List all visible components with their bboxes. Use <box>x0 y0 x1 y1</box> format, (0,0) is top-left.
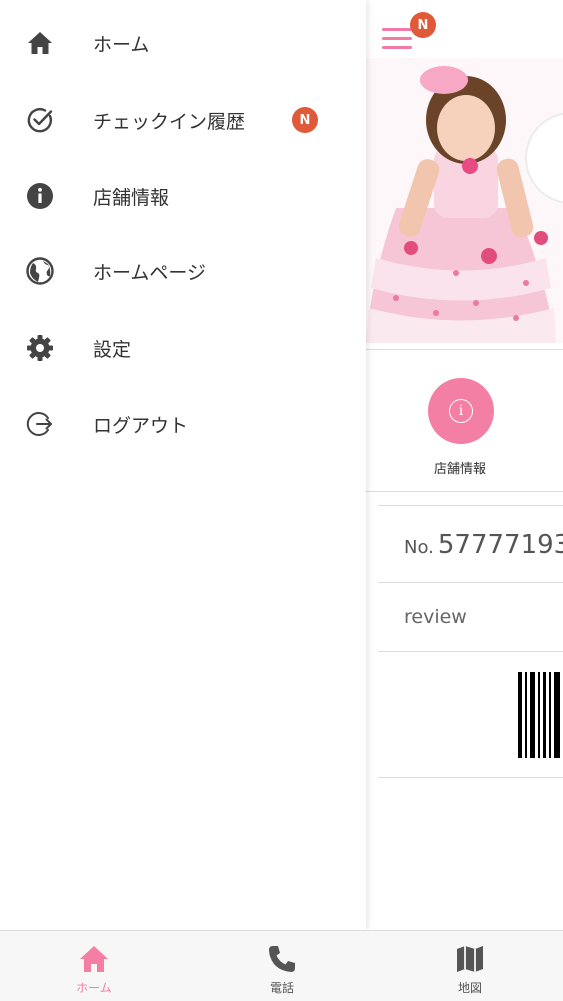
hamburger-menu-button[interactable] <box>382 28 412 52</box>
new-badge: N <box>292 107 318 133</box>
member-number: No. 57777193 <box>404 530 563 560</box>
menu-label-checkin-history: チェックイン履歴 <box>93 110 246 133</box>
store-info-button[interactable]: i <box>428 378 494 444</box>
tab-label-map: 地図 <box>457 981 482 995</box>
menu-item-homepage[interactable]: ホームページ <box>0 241 366 301</box>
tab-label-home: ホーム <box>76 981 112 995</box>
member-number-prefix: No. <box>404 537 434 558</box>
info-icon: i <box>449 399 473 423</box>
home-icon <box>26 29 54 57</box>
map-icon <box>454 943 486 975</box>
menu-label-store-info: 店舗情報 <box>93 186 170 209</box>
bottom-tab-bar: ホーム 電話 地図 <box>0 930 563 1001</box>
tab-map[interactable]: 地図 <box>376 931 563 1001</box>
main-content: N i 店舗情報 No. 57777193 review <box>366 0 563 930</box>
info-icon <box>26 182 54 210</box>
menu-item-home[interactable]: ホーム <box>0 13 366 73</box>
menu-item-logout[interactable]: ログアウト <box>0 394 366 454</box>
phone-icon <box>266 943 298 975</box>
menu-label-home: ホーム <box>93 33 150 56</box>
menu-item-checkin-history[interactable]: チェックイン履歴 N <box>0 90 366 150</box>
logout-icon <box>26 410 54 438</box>
home-icon <box>78 943 110 975</box>
tab-home[interactable]: ホーム <box>0 931 188 1001</box>
menu-label-logout: ログアウト <box>93 414 189 437</box>
side-drawer: ホーム チェックイン履歴 N 店舗情報 ホームページ 設定 ログアウト <box>0 0 366 930</box>
review-link[interactable]: review <box>404 606 467 628</box>
menu-item-store-info[interactable]: 店舗情報 <box>0 166 366 226</box>
menu-item-settings[interactable]: 設定 <box>0 318 366 378</box>
menu-label-settings: 設定 <box>93 338 132 361</box>
check-circle-icon <box>26 106 54 134</box>
menu-notification-badge: N <box>410 12 436 38</box>
globe-icon <box>26 257 54 285</box>
store-info-label: 店舗情報 <box>433 462 486 477</box>
member-barcode <box>518 672 563 758</box>
tab-phone[interactable]: 電話 <box>188 931 376 1001</box>
gear-icon <box>26 334 54 362</box>
menu-label-homepage: ホームページ <box>93 261 207 284</box>
tab-label-phone: 電話 <box>269 981 294 995</box>
hero-image <box>366 58 563 343</box>
member-number-value: 57777193 <box>437 530 563 560</box>
